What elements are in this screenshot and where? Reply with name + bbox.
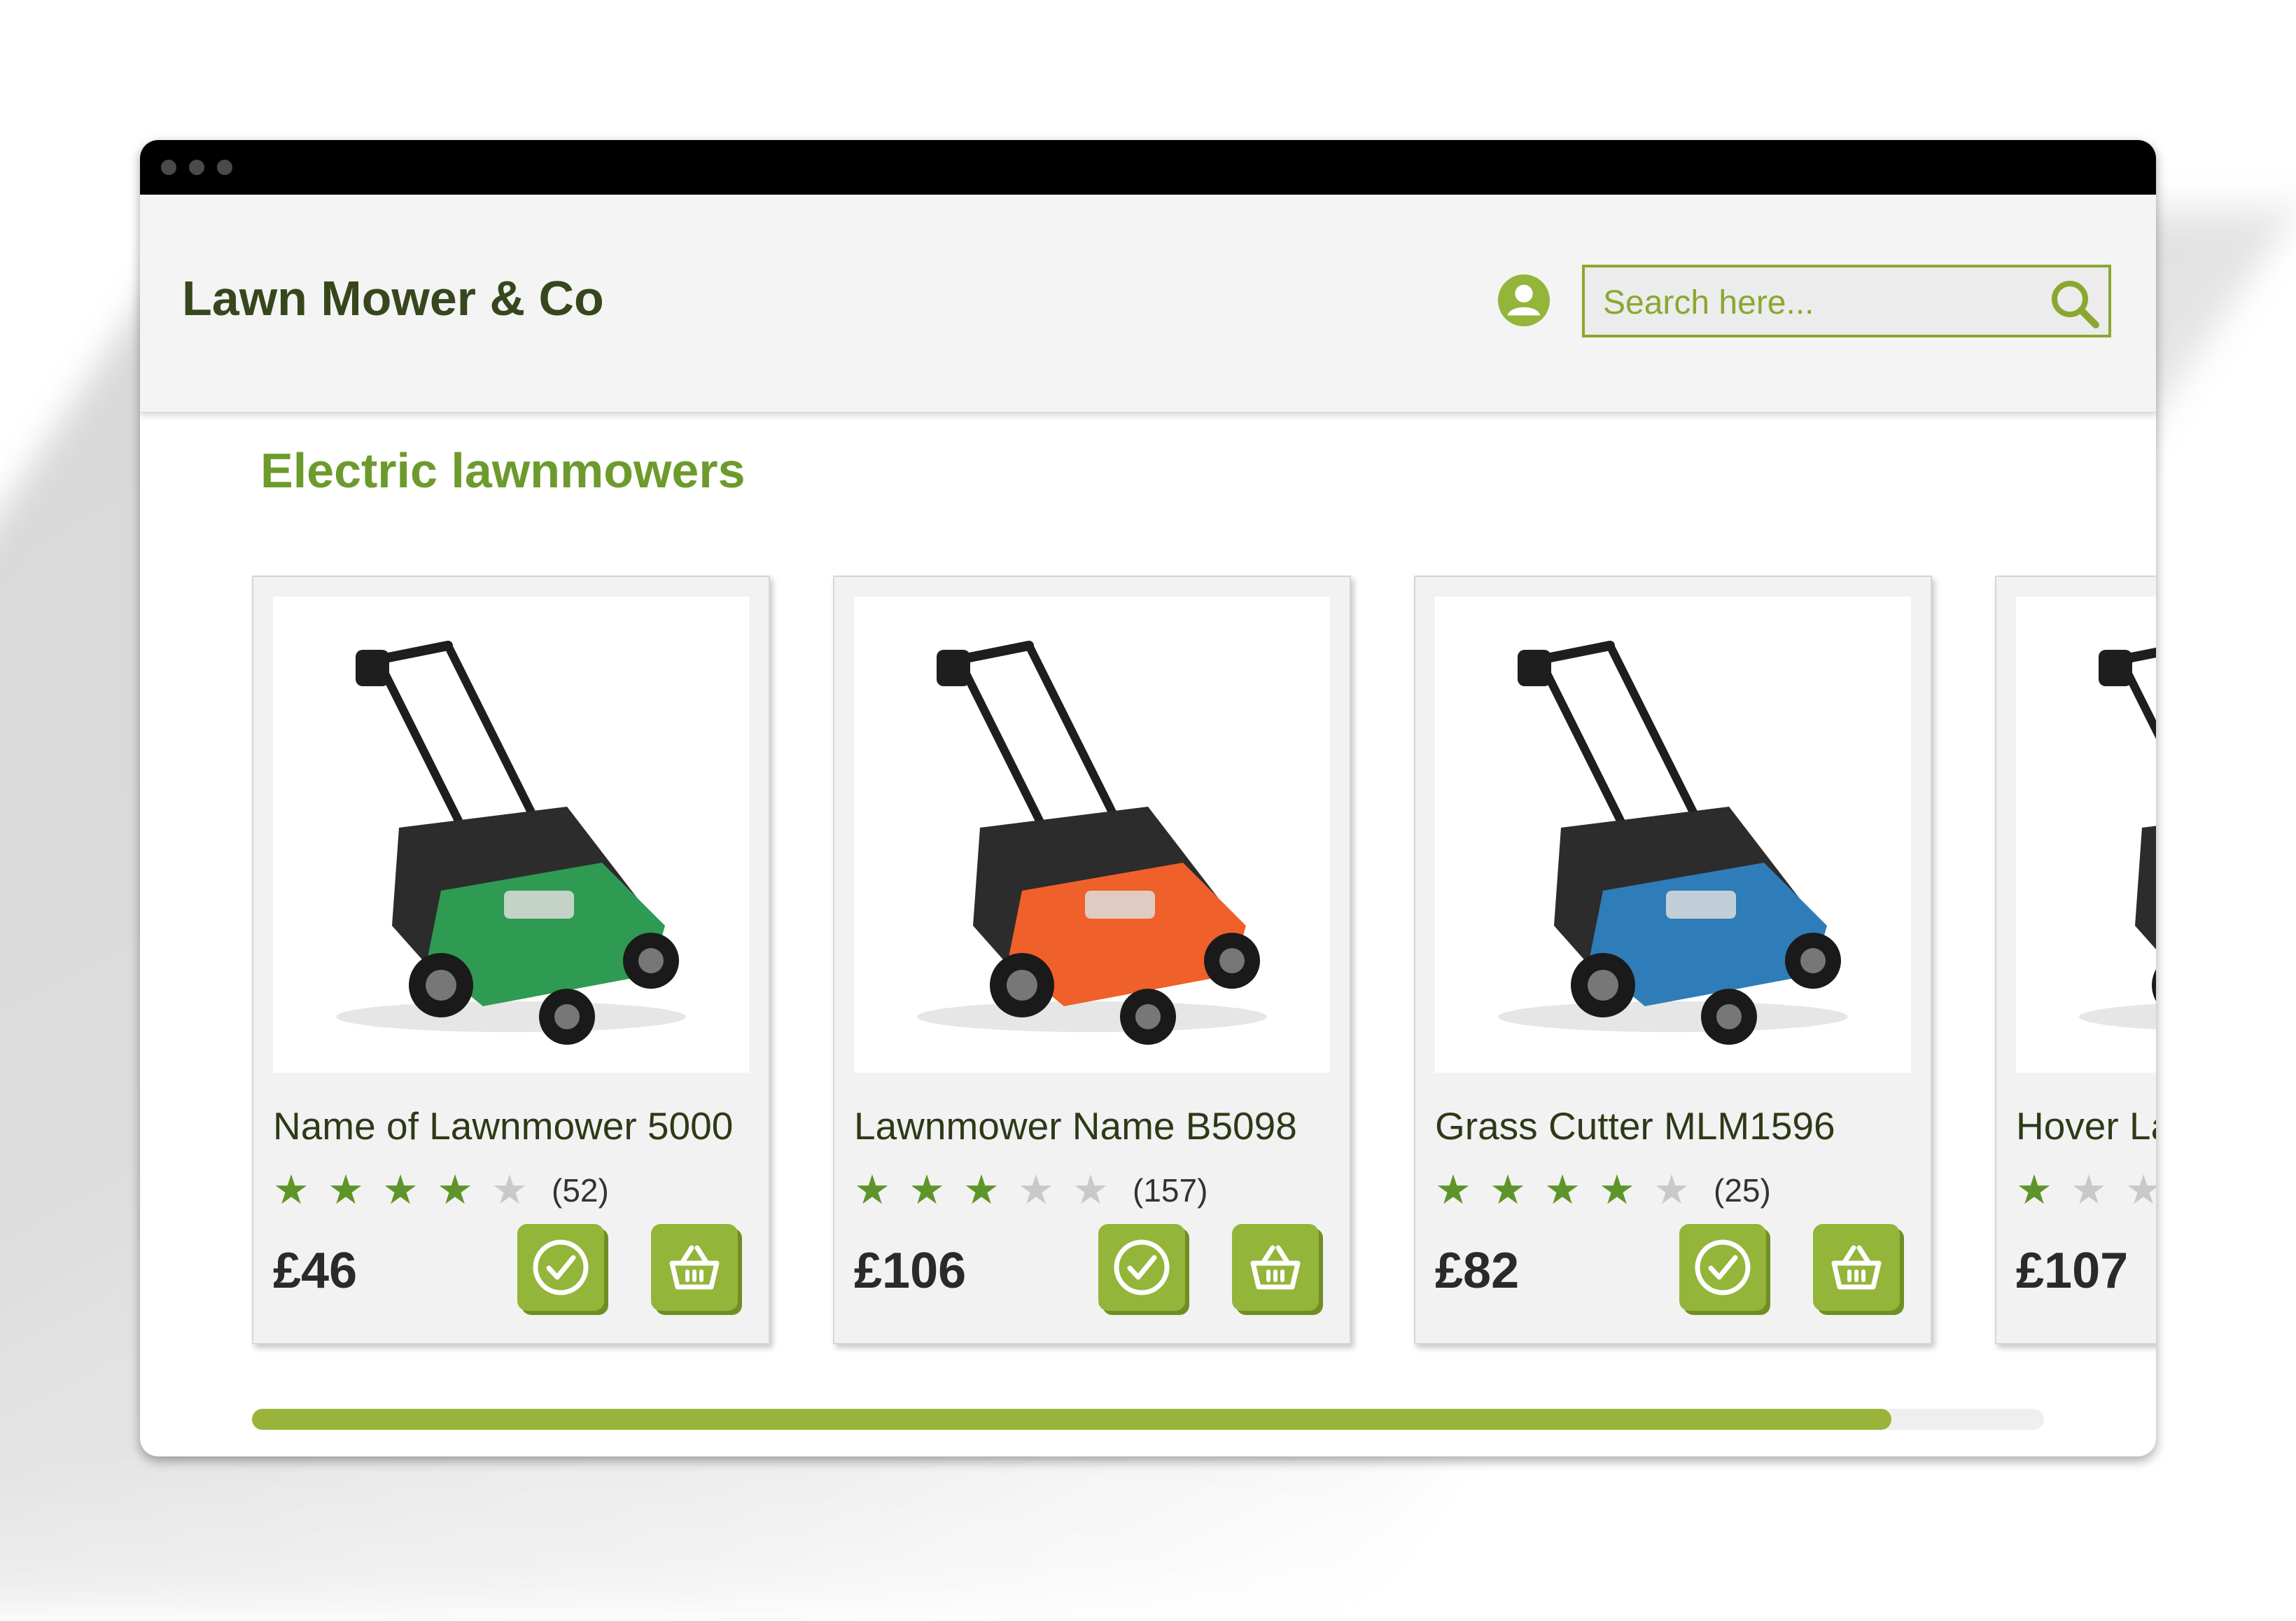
star-icon: ★	[382, 1167, 419, 1213]
star-icon: ★	[1018, 1167, 1054, 1213]
product-card[interactable]: Name of Lawnmower 5000 ★ ★ ★ ★ ★ (52) £46	[252, 576, 770, 1344]
search-box	[1582, 265, 2111, 338]
star-icon: ★	[2071, 1167, 2107, 1213]
product-rating: ★ ★ ★ ★ ★ (25)	[1435, 1169, 1771, 1212]
compare-check-button[interactable]	[1098, 1224, 1185, 1311]
review-count: (25)	[1714, 1172, 1771, 1209]
add-to-basket-button[interactable]	[651, 1224, 738, 1311]
product-name[interactable]: Name of Lawnmower 5000	[273, 1104, 733, 1148]
lawnmower-image[interactable]	[2016, 597, 2156, 1073]
window-titlebar	[140, 140, 2156, 195]
product-name[interactable]: Grass Cutter MLM1596	[1435, 1104, 1835, 1148]
lawnmower-image[interactable]	[273, 597, 749, 1073]
carousel-scrollbar[interactable]	[252, 1409, 2044, 1430]
lawnmower-image[interactable]	[1435, 597, 1911, 1073]
star-icon: ★	[1490, 1167, 1526, 1213]
star-icon: ★	[491, 1167, 528, 1213]
product-name[interactable]: Lawnmower Name B5098	[854, 1104, 1297, 1148]
review-count: (157)	[1133, 1172, 1208, 1209]
product-card[interactable]: Grass Cutter MLM1596 ★ ★ ★ ★ ★ (25) £82	[1414, 576, 1932, 1344]
search-input[interactable]	[1602, 279, 2031, 326]
shadow-fade	[0, 1453, 2296, 1621]
check-icon	[533, 1239, 589, 1295]
star-icon: ★	[437, 1167, 473, 1213]
star-icon: ★	[909, 1167, 945, 1213]
check-icon	[1114, 1239, 1170, 1295]
star-icon: ★	[2125, 1167, 2156, 1213]
browser-window: Lawn Mower & Co Electric lawnmowers	[140, 140, 2156, 1456]
product-card[interactable]: Lawnmower Name B5098 ★ ★ ★ ★ ★ (157) £106	[833, 576, 1351, 1344]
review-count: (52)	[552, 1172, 609, 1209]
window-dot-close[interactable]	[161, 160, 176, 175]
product-price: £106	[854, 1243, 967, 1299]
star-icon: ★	[1435, 1167, 1471, 1213]
star-icon: ★	[2016, 1167, 2052, 1213]
product-image[interactable]	[854, 597, 1330, 1073]
basket-icon	[1831, 1245, 1882, 1290]
product-image[interactable]	[1435, 597, 1911, 1073]
star-icon: ★	[273, 1167, 309, 1213]
star-icon: ★	[1544, 1167, 1581, 1213]
star-icon: ★	[963, 1167, 1000, 1213]
product-rating: ★ ★ ★ ★ ★ (157)	[854, 1169, 1208, 1212]
search-icon[interactable]	[2047, 276, 2103, 332]
star-icon: ★	[854, 1167, 890, 1213]
product-price: £107	[2016, 1243, 2129, 1299]
lawnmower-image[interactable]	[854, 597, 1330, 1073]
star-icon: ★	[1599, 1167, 1635, 1213]
window-dot-minimize[interactable]	[189, 160, 204, 175]
product-card[interactable]: Hover La ★★★★★ £107	[1995, 576, 2156, 1344]
add-to-basket-button[interactable]	[1813, 1224, 1900, 1311]
product-rating: ★★★★★	[2016, 1169, 2156, 1212]
product-rating: ★ ★ ★ ★ ★ (52)	[273, 1169, 609, 1212]
product-image[interactable]	[2016, 597, 2156, 1073]
site-header: Lawn Mower & Co	[140, 195, 2156, 413]
section-title: Electric lawnmowers	[260, 443, 746, 498]
basket-icon	[669, 1245, 720, 1290]
check-icon	[1695, 1239, 1751, 1295]
carousel-scrollbar-thumb[interactable]	[252, 1409, 1892, 1430]
product-price: £46	[273, 1243, 358, 1299]
window-dot-maximize[interactable]	[217, 160, 232, 175]
add-to-basket-button[interactable]	[1232, 1224, 1319, 1311]
compare-check-button[interactable]	[1679, 1224, 1766, 1311]
product-image[interactable]	[273, 597, 749, 1073]
basket-icon	[1250, 1245, 1301, 1290]
compare-check-button[interactable]	[517, 1224, 604, 1311]
brand-logo-text[interactable]: Lawn Mower & Co	[182, 270, 604, 326]
product-price: £82	[1435, 1243, 1520, 1299]
account-icon[interactable]	[1497, 273, 1551, 328]
star-icon: ★	[1072, 1167, 1109, 1213]
product-name[interactable]: Hover La	[2016, 1104, 2156, 1148]
star-icon: ★	[1653, 1167, 1690, 1213]
star-icon: ★	[328, 1167, 364, 1213]
